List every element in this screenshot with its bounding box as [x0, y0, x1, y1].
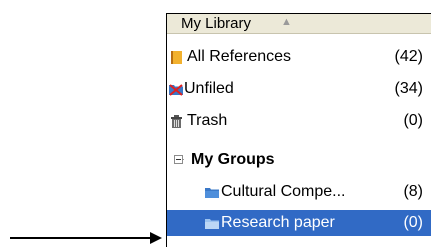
library-item-trash[interactable]: Trash (0) [167, 108, 431, 134]
library-item-label: All References [187, 48, 292, 65]
library-panel: My Library ▲ All References (42) Unfiled… [166, 13, 431, 247]
folder-icon [205, 219, 219, 229]
sort-ascending-icon[interactable]: ▲ [281, 16, 292, 28]
group-item-cultural-compe[interactable]: Cultural Compe... (8) [167, 179, 431, 205]
library-item-label: Unfiled [184, 80, 234, 97]
folder-icon [205, 188, 219, 198]
group-item-count: (0) [403, 214, 423, 231]
groups-header-label: My Groups [191, 151, 275, 168]
library-item-count: (34) [394, 80, 423, 97]
library-item-unfiled[interactable]: Unfiled (34) [167, 76, 431, 102]
pointer-arrow-icon [10, 232, 162, 244]
group-item-label: Cultural Compe... [221, 183, 346, 200]
library-item-label: Trash [187, 112, 228, 129]
group-item-research-paper[interactable]: Research paper (0) [167, 210, 431, 236]
trash-icon [171, 115, 182, 128]
group-item-label: Research paper [221, 214, 335, 231]
unfiled-folder-icon [169, 84, 183, 96]
collapse-icon[interactable] [174, 155, 185, 166]
library-item-count: (42) [394, 48, 423, 65]
groups-header[interactable]: My Groups [167, 147, 431, 173]
group-item-count: (8) [403, 183, 423, 200]
library-header-label: My Library [181, 15, 252, 32]
book-icon [171, 51, 182, 64]
library-item-all-references[interactable]: All References (42) [167, 44, 431, 70]
library-item-count: (0) [403, 112, 423, 129]
library-column-header[interactable]: My Library ▲ [167, 14, 431, 34]
